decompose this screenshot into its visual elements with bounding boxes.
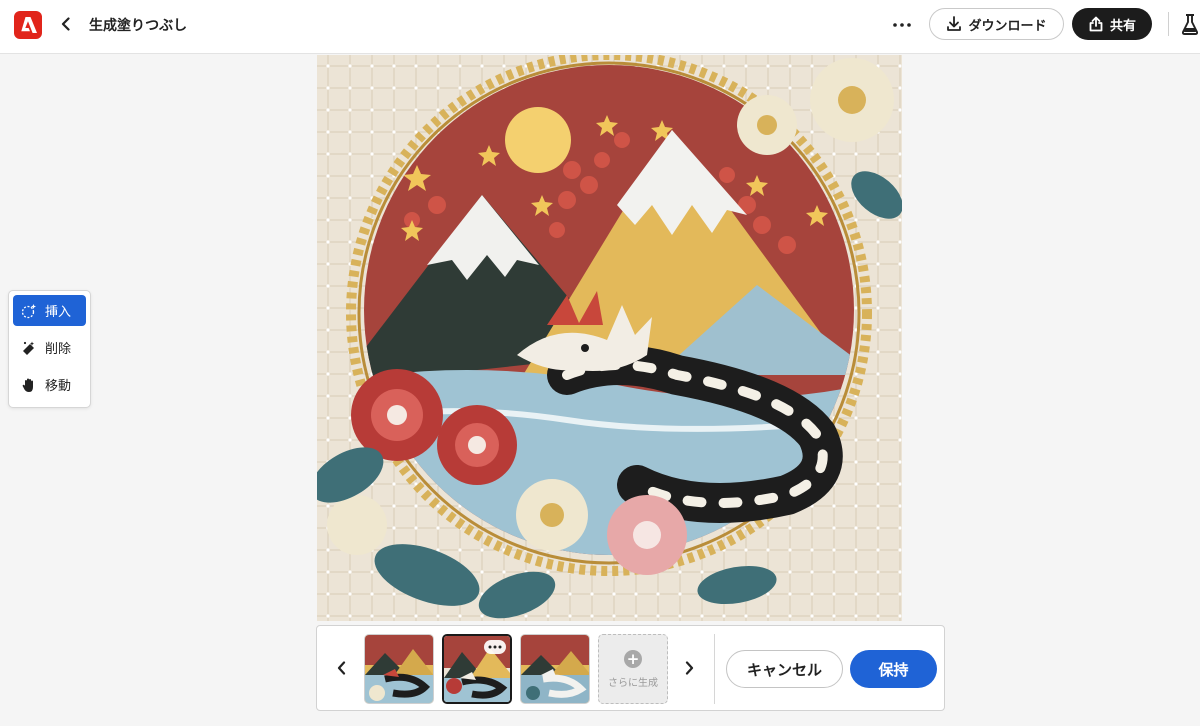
share-label: 共有 bbox=[1109, 18, 1136, 34]
generate-more-button[interactable]: + さらに生成 bbox=[598, 634, 668, 704]
tool-remove-label: 削除 bbox=[45, 342, 72, 357]
adobe-express-logo[interactable] bbox=[14, 11, 42, 39]
download-button[interactable]: ダウンロード bbox=[929, 8, 1064, 40]
insert-sparkle-icon bbox=[21, 303, 37, 319]
variation-more-icon[interactable] bbox=[484, 640, 506, 654]
keep-button[interactable]: 保持 bbox=[850, 650, 937, 688]
page-title: 生成塗りつぶし bbox=[89, 18, 188, 34]
previous-variation-button[interactable] bbox=[333, 656, 349, 680]
share-icon bbox=[1089, 16, 1103, 32]
tool-insert[interactable]: 挿入 bbox=[13, 295, 86, 326]
fill-tool-panel: 挿入 削除 移動 bbox=[8, 290, 91, 408]
download-label: ダウンロード bbox=[968, 18, 1047, 34]
chevron-left-icon bbox=[61, 17, 70, 31]
variation-image bbox=[521, 635, 589, 703]
variation-thumbnail-2[interactable] bbox=[442, 634, 512, 704]
more-horizontal-icon bbox=[893, 23, 911, 27]
top-bar: 生成塗りつぶし ダウンロード 共有 bbox=[0, 0, 1200, 54]
remove-eraser-icon bbox=[21, 340, 37, 356]
more-horizontal-icon bbox=[488, 645, 502, 649]
variations-bar: + さらに生成 キャンセル 保持 bbox=[316, 625, 945, 711]
more-options-button[interactable] bbox=[888, 12, 916, 38]
cancel-button[interactable]: キャンセル bbox=[726, 650, 843, 688]
generate-more-label: さらに生成 bbox=[608, 677, 658, 689]
hand-icon bbox=[21, 377, 37, 393]
variation-thumbnail-1[interactable] bbox=[364, 634, 434, 704]
labs-button[interactable] bbox=[1180, 12, 1200, 38]
variations-divider bbox=[714, 634, 715, 704]
tool-remove[interactable]: 削除 bbox=[13, 332, 86, 363]
share-button[interactable]: 共有 bbox=[1072, 8, 1152, 40]
tool-move[interactable]: 移動 bbox=[13, 369, 86, 400]
variation-thumbnail-3[interactable] bbox=[520, 634, 590, 704]
chevron-left-icon bbox=[337, 661, 345, 675]
tool-insert-label: 挿入 bbox=[45, 305, 72, 320]
next-variation-button[interactable] bbox=[681, 656, 697, 680]
tool-move-label: 移動 bbox=[45, 379, 72, 394]
flask-icon bbox=[1181, 14, 1199, 35]
back-button[interactable] bbox=[56, 12, 76, 36]
download-icon bbox=[947, 16, 962, 31]
variation-image bbox=[365, 635, 433, 703]
chevron-right-icon bbox=[685, 661, 693, 675]
artwork-canvas[interactable] bbox=[317, 55, 902, 621]
header-divider bbox=[1168, 12, 1169, 36]
generated-artwork bbox=[317, 55, 902, 621]
plus-icon: + bbox=[624, 649, 642, 668]
